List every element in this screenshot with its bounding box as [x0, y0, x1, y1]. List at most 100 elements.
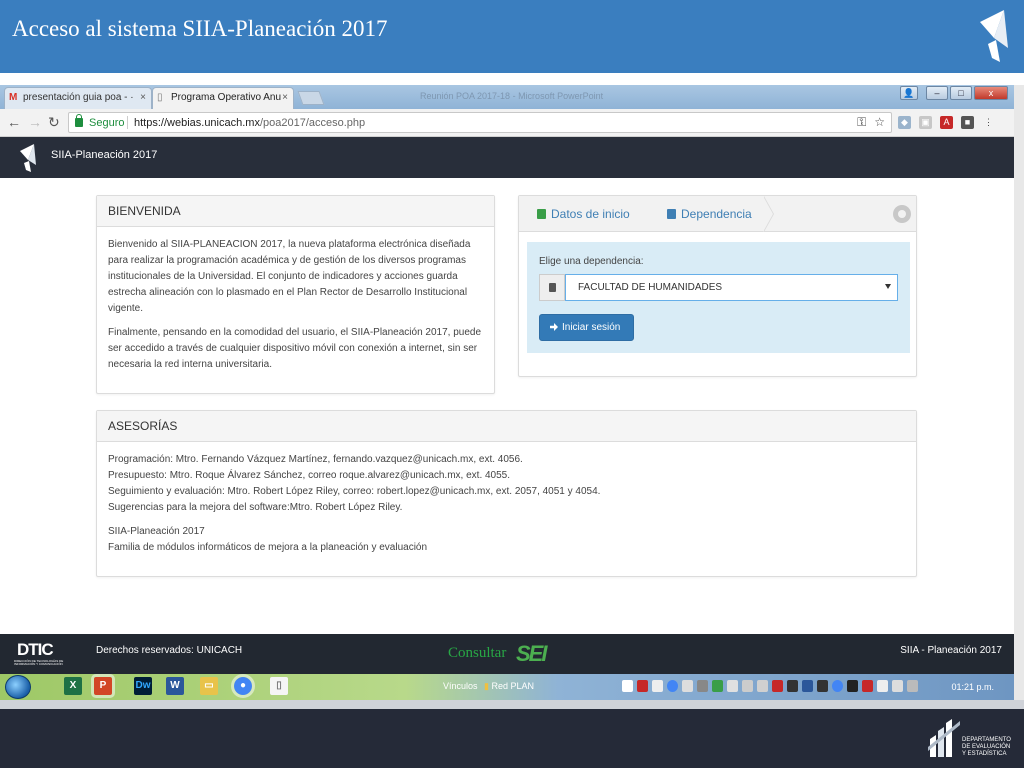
app-footer: DTIC DIRECCIÓN DE TECNOLOGÍAS DE INFORMA… [0, 634, 1014, 674]
chrome-tray-icon[interactable] [667, 680, 678, 692]
select-addon [539, 274, 565, 301]
slide-footer-band: DEPARTAMENTO DE EVALUACIÓN Y ESTADÍSTICA [0, 709, 1024, 768]
network-tray-icon[interactable] [757, 680, 768, 692]
pdf-icon[interactable]: A [940, 116, 953, 129]
word-icon[interactable]: W [166, 677, 184, 695]
star-icon[interactable]: ☆ [874, 115, 885, 130]
secure-label: Seguro [89, 117, 125, 129]
windows-taskbar: X P Dw W ▭ ● ▯ Vínculos ▮ Red PLAN 01:21… [0, 674, 1014, 700]
red-plan-link[interactable]: ▮ Red PLAN [484, 681, 534, 692]
maximize-button[interactable]: □ [950, 86, 972, 100]
red-plan-label: Red PLAN [491, 681, 534, 691]
close-icon[interactable]: × [282, 92, 288, 103]
app-navbar: SIIA-Planeación 2017 [0, 137, 1014, 178]
sign-in-icon [550, 323, 558, 331]
department-logo-icon [928, 719, 960, 757]
windows-start-icon[interactable] [5, 675, 31, 699]
dtic-logo: DTIC DIRECCIÓN DE TECNOLOGÍAS DE INFORMA… [12, 640, 74, 670]
sync-tray-icon[interactable] [742, 680, 753, 692]
drive-tray-icon[interactable] [727, 680, 738, 692]
close-icon[interactable]: × [140, 92, 146, 103]
sei-logo[interactable]: SEI [516, 641, 548, 667]
dreamweaver-icon[interactable]: Dw [134, 677, 152, 695]
extension-icons: ◆ ▣ A ■ ⋮ [898, 116, 995, 129]
login-button[interactable]: Iniciar sesión [539, 314, 634, 341]
welcome-heading: BIENVENIDA [97, 196, 494, 227]
green-tray-icon[interactable] [712, 680, 723, 692]
reload-icon[interactable]: ↻ [48, 114, 60, 131]
signal-tray-icon[interactable] [907, 680, 918, 692]
app2-tray-icon[interactable] [847, 680, 858, 692]
pocket-icon[interactable]: ■ [961, 116, 974, 129]
app-brand[interactable]: SIIA-Planeación 2017 [51, 149, 157, 161]
dependency-select[interactable]: FACULTAD DE HUMANIDADES [565, 274, 898, 301]
building-icon [549, 283, 556, 292]
dtic-logo-subtitle: DIRECCIÓN DE TECNOLOGÍAS DE INFORMACIÓN … [14, 659, 64, 666]
siia-logo-icon[interactable] [18, 143, 38, 173]
close-window-button[interactable]: x [974, 86, 1008, 100]
sei-logo-text: SEI [516, 641, 548, 666]
powerpoint-icon[interactable]: P [91, 674, 115, 698]
gear-icon[interactable] [893, 205, 911, 223]
login-steps: Datos de inicio Dependencia [519, 196, 916, 232]
volume-tray-icon[interactable] [877, 680, 888, 692]
product-info: SIIA-Planeación 2017 Familia de módulos … [108, 524, 905, 556]
tab-poa[interactable]: ▯ Programa Operativo Anu × [152, 87, 294, 109]
dependency-select-group: FACULTAD DE HUMANIDADES [539, 274, 898, 301]
consult-link[interactable]: Consultar [448, 645, 506, 662]
step-dependency[interactable]: Dependencia [667, 207, 752, 221]
step-dependency-label: Dependencia [681, 207, 752, 221]
flag-tray-icon[interactable] [862, 680, 873, 692]
department-line-3: Y ESTADÍSTICA [962, 751, 1007, 757]
extension-icon[interactable]: ▣ [919, 116, 932, 129]
step-start-data[interactable]: Datos de inicio [537, 207, 630, 221]
app-tray-icon[interactable] [697, 680, 708, 692]
battery-tray-icon[interactable] [892, 680, 903, 692]
advisory-line: Presupuesto: Mtro. Roque Álvarez Sánchez… [108, 470, 511, 481]
media-tray-icon[interactable] [817, 680, 828, 692]
taskbar-clock[interactable]: 01:21 p.m. [951, 682, 994, 692]
links-toolbar[interactable]: Vínculos [443, 681, 478, 691]
acrobat-tray-icon[interactable] [637, 680, 648, 692]
omnibox-actions: ⚿ ☆ [857, 115, 885, 130]
address-bar: ← → ↻ Seguro https://webias.unicach.mx/p… [0, 109, 1014, 137]
tab-gmail[interactable]: M presentación guia poa - · × [4, 87, 152, 109]
dropbox-icon[interactable]: ◆ [898, 116, 911, 129]
document-icon[interactable]: ▯ [270, 677, 288, 695]
user-icon[interactable]: 👤 [900, 86, 918, 100]
department-name: DEPARTAMENTO DE EVALUACIÓN Y ESTADÍSTICA [962, 737, 1011, 758]
folder-icon[interactable]: ▭ [200, 677, 218, 695]
product-name: SIIA-Planeación 2017 [108, 526, 205, 537]
tab-gmail-label: presentación guia poa - · [23, 92, 134, 103]
menu-icon[interactable]: ⋮ [982, 116, 995, 129]
tab-poa-label: Programa Operativo Anu [171, 92, 282, 103]
page-icon: ▯ [157, 92, 163, 103]
lock-icon [537, 209, 546, 219]
key-icon[interactable]: ⚿ [857, 115, 866, 130]
forward-arrow-icon[interactable]: → [28, 114, 42, 130]
dependency-label: Elige una dependencia: [539, 256, 644, 267]
folder-icon: ▮ [484, 681, 489, 691]
printer-tray-icon[interactable] [652, 680, 663, 692]
skype-tray-icon[interactable] [802, 680, 813, 692]
new-tab-button[interactable] [297, 91, 325, 105]
login-button-label: Iniciar sesión [562, 322, 621, 333]
chrome-icon[interactable]: ● [231, 674, 255, 698]
step-arrow [763, 196, 774, 232]
excel-icon[interactable]: X [64, 677, 82, 695]
minimize-button[interactable]: – [926, 86, 948, 100]
url-input[interactable]: Seguro https://webias.unicach.mx/poa2017… [68, 112, 892, 133]
unicach-logo-icon [980, 10, 1008, 62]
settings-tray-icon[interactable] [682, 680, 693, 692]
document-tray-icon[interactable] [622, 680, 633, 692]
omnibox-divider [127, 116, 128, 129]
update-tray-icon[interactable] [832, 680, 843, 692]
system-tray [622, 680, 918, 692]
shield-tray-icon[interactable] [772, 680, 783, 692]
copyright-text: Derechos reservados: UNICACH [96, 645, 243, 656]
advisory-line: Programación: Mtro. Fernando Vázquez Mar… [108, 454, 523, 465]
back-arrow-icon[interactable]: ← [7, 114, 21, 130]
welcome-paragraph-1: Bienvenido al SIIA-PLANEACION 2017, la n… [108, 239, 471, 314]
login-panel: Datos de inicio Dependencia Elige una de… [518, 195, 917, 377]
camera-tray-icon[interactable] [787, 680, 798, 692]
